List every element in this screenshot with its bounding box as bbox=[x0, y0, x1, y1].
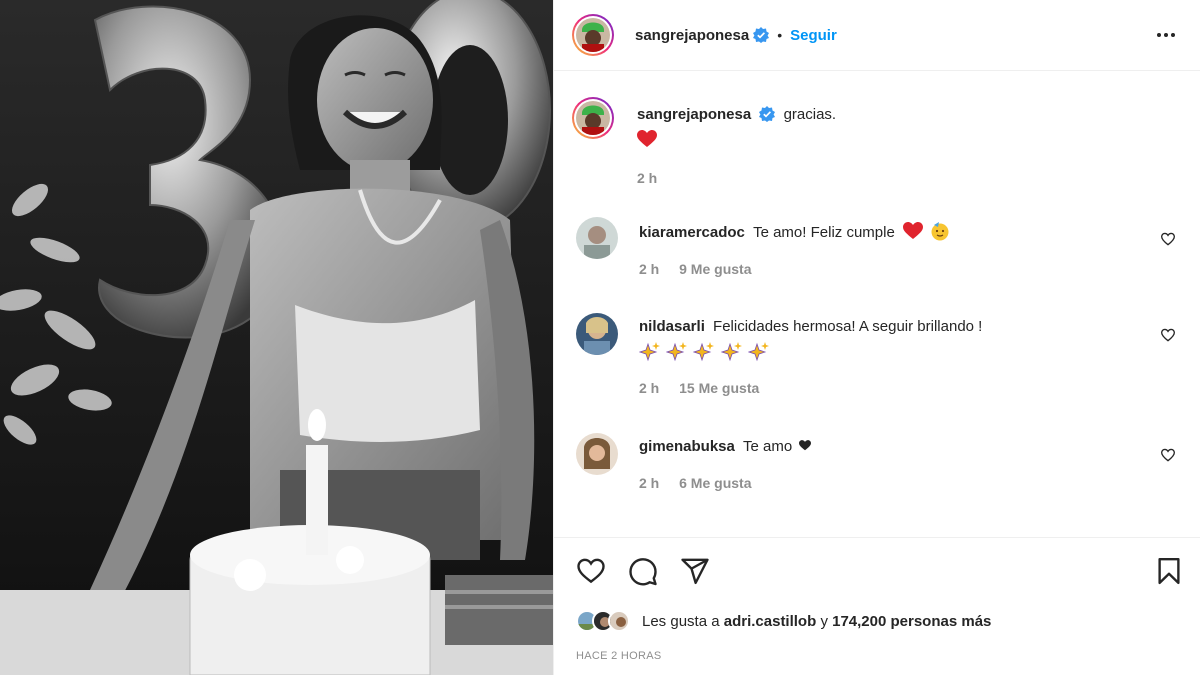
likes-count[interactable]: 174,200 personas más bbox=[832, 613, 991, 630]
comment-time[interactable]: 2 h bbox=[639, 475, 659, 491]
red-heart-emoji-icon bbox=[637, 130, 657, 147]
caption-time[interactable]: 2 h bbox=[637, 170, 836, 186]
comment-text: Te amo! Feliz cumple bbox=[753, 224, 895, 241]
comment-text: Felicidades hermosa! A seguir brillando … bbox=[713, 318, 983, 335]
sparkles-emoji-row bbox=[639, 341, 1139, 363]
author-avatar-image bbox=[576, 18, 610, 52]
heart-outline-icon[interactable] bbox=[576, 556, 606, 586]
caption-text: gracias. bbox=[783, 106, 837, 123]
like-comment-heart-icon[interactable] bbox=[1160, 327, 1176, 343]
post-header: sangrejaponesa • Seguir bbox=[554, 0, 1200, 71]
red-heart-emoji-icon bbox=[902, 222, 923, 239]
header-separator: • bbox=[777, 27, 783, 43]
more-options-icon[interactable] bbox=[1153, 22, 1179, 48]
comment-item: kiaramercadoc Te amo! Feliz cumple 2 h 9… bbox=[576, 217, 1176, 277]
caption-username[interactable]: sangrejaponesa bbox=[637, 106, 751, 123]
author-username[interactable]: sangrejaponesa bbox=[635, 27, 749, 44]
posted-time[interactable]: HACE 2 HORAS bbox=[576, 650, 662, 662]
comment-likes[interactable]: 6 Me gusta bbox=[679, 475, 751, 491]
sparkles-emoji-icon bbox=[720, 342, 742, 362]
post-photo[interactable] bbox=[0, 0, 553, 675]
comment-username[interactable]: kiaramercadoc bbox=[639, 224, 745, 241]
like-comment-heart-icon[interactable] bbox=[1160, 447, 1176, 463]
post-actions: Les gusta a adri.castillob y 174,200 per… bbox=[554, 537, 1200, 675]
post-caption: sangrejaponesa gracias. 2 h bbox=[572, 97, 836, 186]
commenter-avatar-image bbox=[576, 313, 618, 355]
paper-plane-icon[interactable] bbox=[680, 556, 710, 586]
comment-item: nildasarli Felicidades hermosa! A seguir… bbox=[576, 313, 1176, 396]
likes-conjunction: y bbox=[820, 612, 828, 630]
comment-avatar[interactable] bbox=[576, 313, 618, 355]
comment-time[interactable]: 2 h bbox=[639, 261, 659, 277]
comment-bubble-icon[interactable] bbox=[628, 556, 658, 586]
sparkles-emoji-icon bbox=[666, 342, 688, 362]
sparkles-emoji-icon bbox=[747, 342, 769, 362]
liked-by-summary[interactable]: Les gusta a adri.castillob y 174,200 per… bbox=[576, 610, 991, 632]
comment-text: Te amo bbox=[743, 438, 793, 455]
like-comment-heart-icon[interactable] bbox=[1160, 231, 1176, 247]
bookmark-icon[interactable] bbox=[1154, 556, 1184, 586]
follow-button[interactable]: Seguir bbox=[790, 27, 837, 44]
comment-item: gimenabuksa Te amo 2 h 6 Me gusta bbox=[576, 433, 1176, 491]
comment-avatar[interactable] bbox=[576, 217, 618, 259]
liker-avatar bbox=[608, 610, 630, 632]
comment-likes[interactable]: 9 Me gusta bbox=[679, 261, 751, 277]
caption-avatar[interactable] bbox=[572, 97, 614, 139]
commenter-avatar-image bbox=[576, 433, 618, 475]
liker-username[interactable]: adri.castillob bbox=[724, 613, 817, 630]
comment-time[interactable]: 2 h bbox=[639, 380, 659, 396]
comment-avatar[interactable] bbox=[576, 433, 618, 475]
comment-likes[interactable]: 15 Me gusta bbox=[679, 380, 759, 396]
post-image bbox=[0, 0, 553, 675]
partying-face-emoji-icon bbox=[931, 222, 949, 241]
comment-username[interactable]: gimenabuksa bbox=[639, 438, 735, 455]
post-panel: sangrejaponesa • Seguir sangrejaponesa g… bbox=[553, 0, 1200, 675]
verified-badge-icon bbox=[753, 27, 770, 43]
verified-badge-icon bbox=[759, 106, 776, 122]
commenter-avatar-image bbox=[576, 217, 618, 259]
sparkles-emoji-icon bbox=[639, 342, 660, 362]
comment-username[interactable]: nildasarli bbox=[639, 318, 705, 335]
caption-avatar-image bbox=[576, 101, 610, 135]
black-heart-emoji-icon bbox=[799, 440, 812, 451]
author-avatar[interactable] bbox=[572, 14, 614, 56]
sparkles-emoji-icon bbox=[693, 342, 715, 362]
likes-prefix: Les gusta a bbox=[642, 612, 720, 630]
